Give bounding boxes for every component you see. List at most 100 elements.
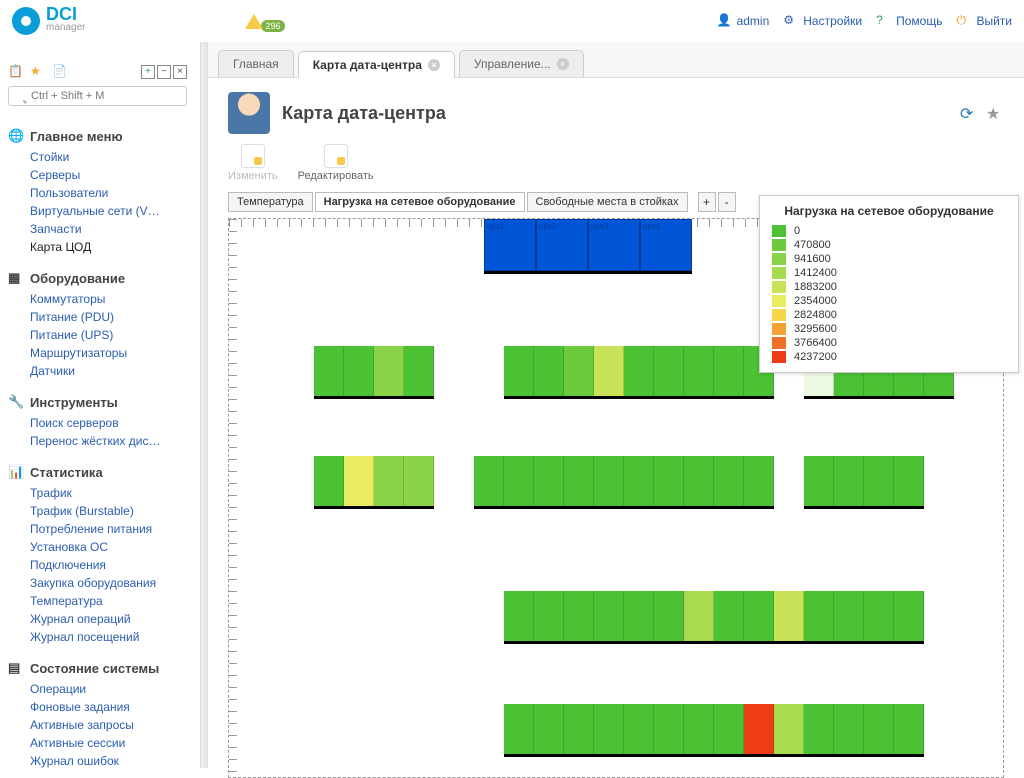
rack-cell[interactable] [404, 456, 434, 506]
ups-cell[interactable]: ups3 [588, 219, 640, 271]
menu-item[interactable]: Фоновые задания [8, 698, 187, 716]
rack-cell[interactable] [344, 346, 374, 396]
rack-cell[interactable] [564, 704, 594, 754]
rack-cell[interactable] [834, 456, 864, 506]
menu-item[interactable]: Журнал операций [8, 610, 187, 628]
ups-cell[interactable]: ups4 [640, 219, 692, 271]
rack-cell[interactable] [504, 704, 534, 754]
filter-free-slots[interactable]: Свободные места в стойках [527, 192, 688, 212]
star-icon[interactable]: ★ [30, 64, 46, 80]
menu-section-header[interactable]: 🌐Главное меню [8, 124, 187, 148]
rack-cell[interactable] [594, 456, 624, 506]
menu-item[interactable]: Активные запросы [8, 716, 187, 734]
rack-cell[interactable] [654, 456, 684, 506]
clipboard-icon[interactable]: 📄 [52, 64, 68, 80]
menu-item[interactable]: Журнал ошибок [8, 752, 187, 768]
menu-item[interactable]: Запчасти [8, 220, 187, 238]
menu-section-header[interactable]: ▦Оборудование [8, 266, 187, 290]
rack-cell[interactable] [624, 346, 654, 396]
rack-cell[interactable] [534, 346, 564, 396]
rack-cell[interactable] [684, 456, 714, 506]
rack-cell[interactable] [504, 456, 534, 506]
rack-cell[interactable] [594, 591, 624, 641]
rack-cell[interactable] [774, 704, 804, 754]
rack-cell[interactable] [474, 456, 504, 506]
search-input[interactable] [8, 86, 187, 106]
menu-item[interactable]: Установка ОС [8, 538, 187, 556]
menu-item[interactable]: Подключения [8, 556, 187, 574]
menu-item[interactable]: Закупка оборудования [8, 574, 187, 592]
menu-item[interactable]: Маршрутизаторы [8, 344, 187, 362]
rack-cell[interactable] [624, 591, 654, 641]
ups-cell[interactable]: ups2 [536, 219, 588, 271]
rack-cell[interactable] [714, 456, 744, 506]
rack-cell[interactable] [864, 456, 894, 506]
settings-link[interactable]: ⚙Настройки [783, 13, 862, 29]
menu-item[interactable]: Питание (PDU) [8, 308, 187, 326]
rack-cell[interactable] [564, 456, 594, 506]
menu-item[interactable]: Операции [8, 680, 187, 698]
splitter[interactable] [200, 42, 208, 768]
tab-close-icon[interactable]: × [557, 58, 569, 70]
zoom-in-button[interactable]: + [698, 192, 716, 212]
filter-temperature[interactable]: Температура [228, 192, 313, 212]
menu-item[interactable]: Трафик [8, 484, 187, 502]
rack-cell[interactable] [744, 704, 774, 754]
zoom-out-button[interactable]: - [718, 192, 736, 212]
rack-cell[interactable] [534, 456, 564, 506]
menu-item[interactable]: Коммутаторы [8, 290, 187, 308]
rack-cell[interactable] [684, 346, 714, 396]
menu-item[interactable]: Журнал посещений [8, 628, 187, 646]
rack-cell[interactable] [344, 456, 374, 506]
menu-section-header[interactable]: ▤Состояние системы [8, 656, 187, 680]
tab[interactable]: Управление...× [459, 50, 584, 77]
rack-cell[interactable] [534, 704, 564, 754]
rack-cell[interactable] [654, 346, 684, 396]
rack-cell[interactable] [864, 591, 894, 641]
ups-cell[interactable]: ups1 [484, 219, 536, 271]
expand-icon[interactable]: + [141, 65, 155, 79]
rack-cell[interactable] [744, 456, 774, 506]
rack-cell[interactable] [594, 704, 624, 754]
rack-cell[interactable] [684, 591, 714, 641]
favorite-icon[interactable]: ★ [986, 104, 1004, 122]
rack-cell[interactable] [594, 346, 624, 396]
menu-section-header[interactable]: 📊Статистика [8, 460, 187, 484]
menu-item[interactable]: Стойки [8, 148, 187, 166]
menu-item[interactable]: Питание (UPS) [8, 326, 187, 344]
menu-item[interactable]: Поиск серверов [8, 414, 187, 432]
list-icon[interactable]: 📋 [8, 64, 24, 80]
rack-cell[interactable] [864, 704, 894, 754]
rack-cell[interactable] [804, 456, 834, 506]
rack-cell[interactable] [744, 591, 774, 641]
alerts-badge[interactable]: 296 [245, 10, 284, 32]
rack-cell[interactable] [534, 591, 564, 641]
menu-item[interactable]: Виртуальные сети (V… [8, 202, 187, 220]
rack-cell[interactable] [374, 456, 404, 506]
rack-cell[interactable] [624, 456, 654, 506]
rack-cell[interactable] [314, 346, 344, 396]
close-icon[interactable]: × [173, 65, 187, 79]
menu-section-header[interactable]: 🔧Инструменты [8, 390, 187, 414]
rack-cell[interactable] [654, 704, 684, 754]
rack-cell[interactable] [894, 704, 924, 754]
logout-link[interactable]: ⏻Выйти [956, 13, 1012, 29]
menu-item[interactable]: Карта ЦОД [8, 238, 187, 256]
rack-cell[interactable] [804, 704, 834, 754]
tab-close-icon[interactable]: × [428, 59, 440, 71]
rack-cell[interactable] [834, 704, 864, 754]
rack-cell[interactable] [374, 346, 404, 396]
rack-cell[interactable] [714, 704, 744, 754]
rack-cell[interactable] [894, 591, 924, 641]
filter-netload[interactable]: Нагрузка на сетевое оборудование [315, 192, 525, 212]
rack-cell[interactable] [684, 704, 714, 754]
rack-cell[interactable] [504, 346, 534, 396]
user-link[interactable]: 👤admin [717, 13, 770, 29]
menu-item[interactable]: Потребление питания [8, 520, 187, 538]
menu-item[interactable]: Трафик (Burstable) [8, 502, 187, 520]
menu-item[interactable]: Пользователи [8, 184, 187, 202]
editor-button[interactable]: Редактировать [298, 144, 374, 182]
menu-item[interactable]: Серверы [8, 166, 187, 184]
rack-cell[interactable] [404, 346, 434, 396]
menu-item[interactable]: Датчики [8, 362, 187, 380]
